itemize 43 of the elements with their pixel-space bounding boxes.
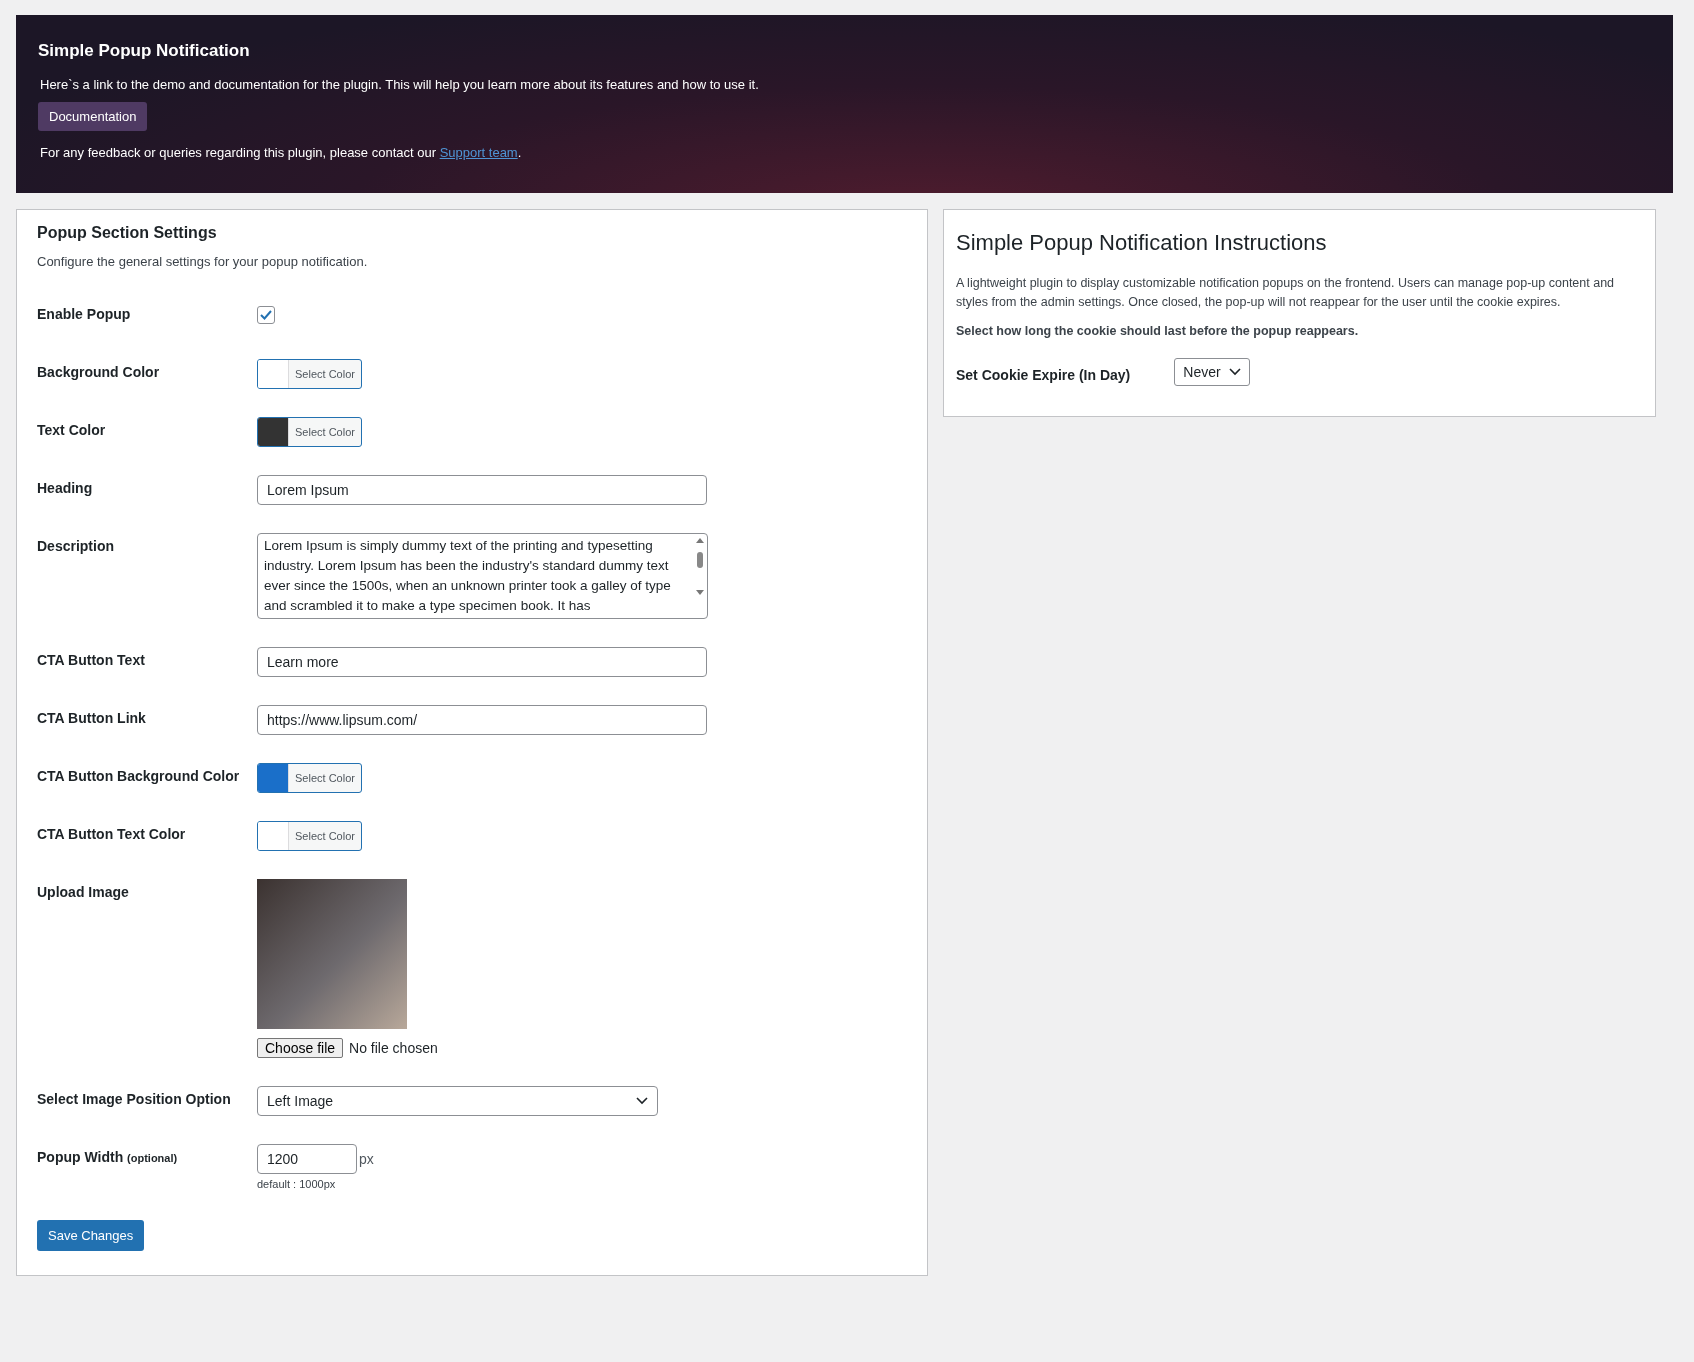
color-picker-button[interactable]: Select Color xyxy=(257,821,362,851)
color-picker-button[interactable]: Select Color xyxy=(257,359,362,389)
width-input[interactable]: 1200 xyxy=(257,1144,357,1174)
description-textarea[interactable]: Lorem Ipsum is simply dummy text of the printing and typesetting industry. Lorem Ipsum has been the industry's standard dummy text ever since the 1500s, when an unknown printer took a galley of type and scrambled it to make a type specimen book. It has xyxy=(257,533,708,619)
instructions-title: Simple Popup Notification Instructions xyxy=(956,230,1328,256)
field-label: Select Image Position Option xyxy=(37,1090,232,1107)
field-label: Enable Popup xyxy=(37,305,132,322)
field-label: Popup Width (optional) xyxy=(37,1148,179,1165)
support-link[interactable]: Support team xyxy=(439,145,518,160)
instructions-text: A lightweight plugin to display customizable notification popups on the frontend. Users can manage pop-up content and styles from the admin settings. Once closed, the pop-up will not reappear for the user until the cookie expires. xyxy=(956,275,1616,311)
color-picker-button[interactable]: Select Color xyxy=(257,763,362,793)
banner-intro: Here`s a link to the demo and documentation for the plugin. This will help you learn more about its features and how to use it. xyxy=(40,77,759,92)
position-select[interactable]: Left Image xyxy=(257,1086,658,1116)
unit-label: px xyxy=(359,1151,374,1167)
cookie-expire-select[interactable]: Never xyxy=(1174,358,1250,386)
text-input[interactable]: Learn more xyxy=(257,647,707,677)
field-label: Text Color xyxy=(37,421,107,438)
save-changes-button[interactable]: Save Changes xyxy=(37,1220,145,1251)
field-label: Upload Image xyxy=(37,883,130,900)
section-subtitle: Configure the general settings for your popup notification. xyxy=(37,254,369,269)
documentation-button[interactable]: Documentation xyxy=(38,102,148,131)
field-label: Background Color xyxy=(37,363,161,380)
field-label: CTA Button Text Color xyxy=(37,825,187,842)
field-label: CTA Button Link xyxy=(37,709,147,726)
chevron-down-icon xyxy=(636,1097,648,1105)
enable-checkbox[interactable] xyxy=(257,306,275,324)
contact-text: For any feedback or queries regarding this plugin, please contact our Support team. xyxy=(40,145,522,160)
cookie-prompt: Select how long the cookie should last before the popup reappears. xyxy=(956,324,1360,338)
choose-file-button[interactable]: Choose file xyxy=(257,1038,344,1058)
color-picker-button[interactable]: Select Color xyxy=(257,417,362,447)
field-label: CTA Button Background Color xyxy=(37,767,241,784)
text-input[interactable]: https://www.lipsum.com/ xyxy=(257,705,707,735)
default-hint: default : 1000px xyxy=(257,1178,337,1190)
section-title: Popup Section Settings xyxy=(37,224,218,242)
text-input[interactable]: Lorem Ipsum xyxy=(257,475,707,505)
field-label: CTA Button Text xyxy=(37,651,146,668)
file-status: No file chosen xyxy=(349,1040,438,1056)
checkmark-icon xyxy=(260,310,272,320)
field-label: Description xyxy=(37,537,115,554)
field-label: Set Cookie Expire (In Day) xyxy=(956,365,1131,383)
field-label: Heading xyxy=(37,479,94,496)
chevron-down-icon xyxy=(1228,368,1241,376)
banner-title: Simple Popup Notification xyxy=(38,41,250,61)
